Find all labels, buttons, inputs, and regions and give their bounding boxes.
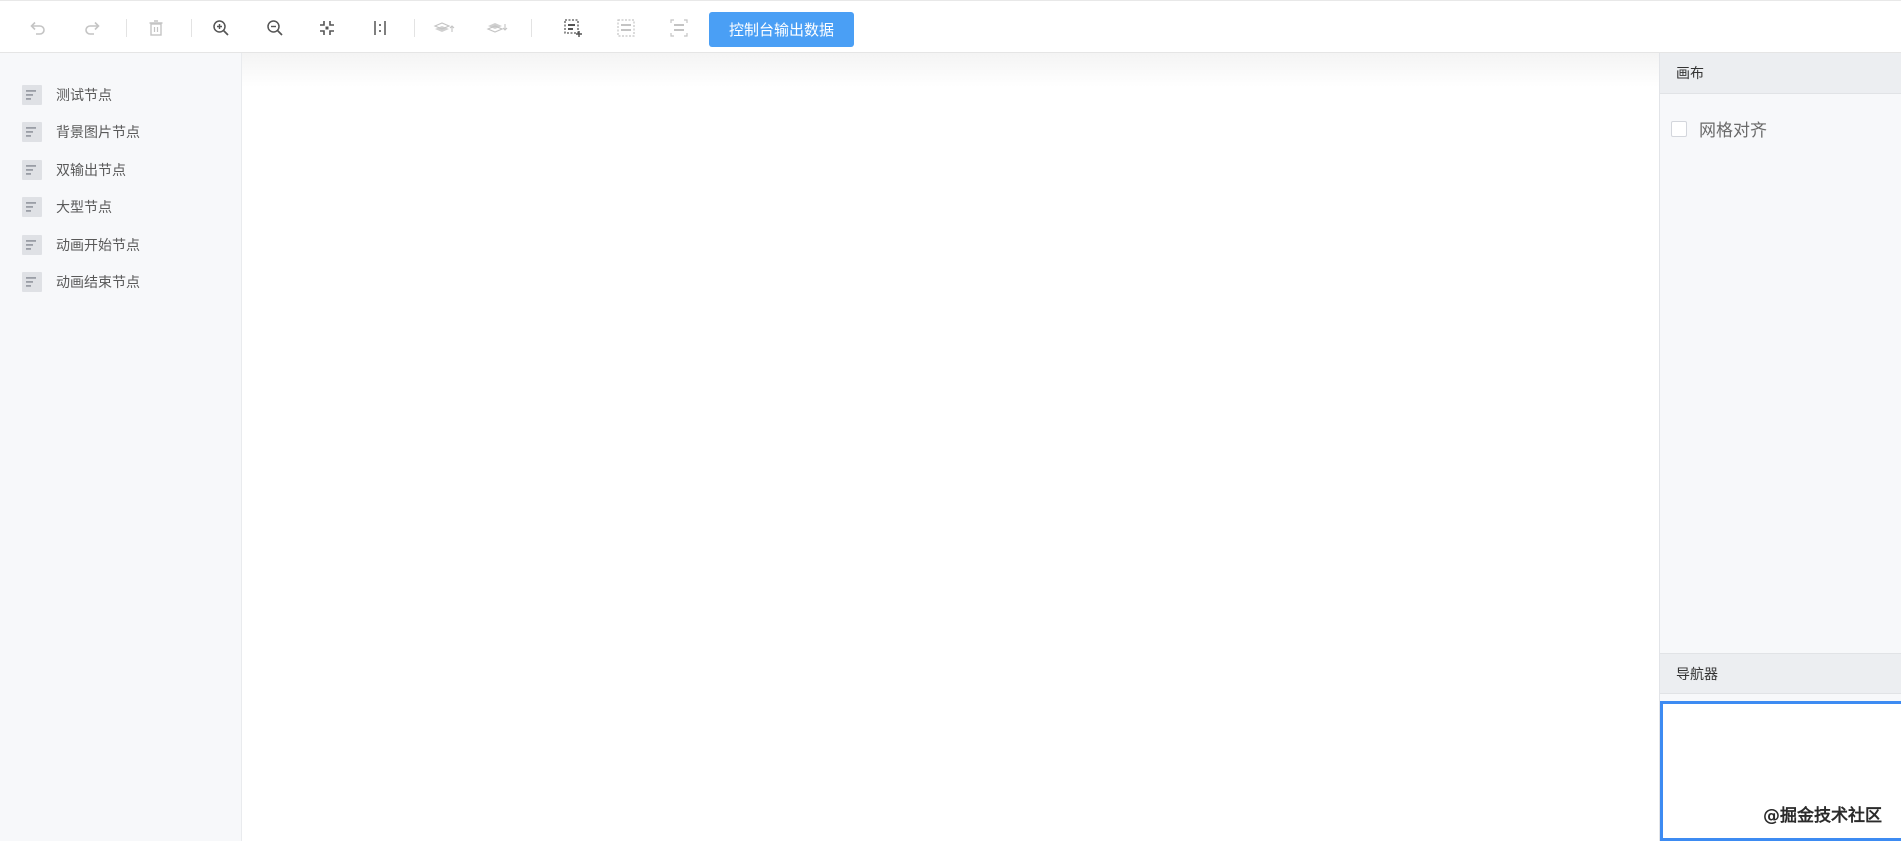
actual-size-icon[interactable] [367, 15, 393, 41]
palette-item-label: 动画结束节点 [56, 275, 140, 291]
canvas-panel-title: 画布 [1660, 53, 1901, 94]
palette-item[interactable]: 大型节点 [22, 197, 112, 217]
watermark: @掘金技术社区 [1763, 806, 1882, 826]
navigator-minimap[interactable]: @掘金技术社区 [1660, 701, 1901, 841]
node-icon [22, 235, 42, 255]
palette-item-label: 双输出节点 [56, 163, 126, 179]
redo-icon[interactable] [79, 15, 105, 41]
palette-item[interactable]: 测试节点 [22, 85, 112, 105]
zoom-out-icon[interactable] [262, 15, 288, 41]
console-export-button[interactable]: 控制台输出数据 [709, 12, 854, 47]
canvas-top-shadow [242, 53, 1659, 87]
palette-item[interactable]: 动画结束节点 [22, 272, 140, 292]
delete-icon[interactable] [143, 15, 169, 41]
multi-select-icon[interactable] [560, 15, 586, 41]
palette-item[interactable]: 双输出节点 [22, 160, 126, 180]
node-icon [22, 197, 42, 217]
zoom-in-icon[interactable] [208, 15, 234, 41]
palette-item[interactable]: 背景图片节点 [22, 122, 140, 142]
node-icon [22, 85, 42, 105]
palette-item[interactable]: 动画开始节点 [22, 235, 140, 255]
palette-item-label: 背景图片节点 [56, 125, 140, 141]
grid-align-checkbox[interactable] [1671, 120, 1687, 137]
toolbar: 控制台输出数据 [0, 0, 1901, 53]
bring-forward-icon[interactable] [431, 15, 457, 41]
send-backward-icon[interactable] [484, 15, 510, 41]
palette-item-label: 测试节点 [56, 88, 112, 104]
detail-panel: 画布 网格对齐 导航器 @掘金技术社区 [1659, 53, 1901, 841]
navigator-panel-title: 导航器 [1660, 653, 1901, 694]
ungroup-icon[interactable] [666, 15, 692, 41]
node-palette: 测试节点 背景图片节点 双输出节点 大型节点 动画开始节点 动画结束节点 [0, 53, 242, 841]
fit-view-icon[interactable] [314, 15, 340, 41]
grid-align-label: 网格对齐 [1699, 121, 1767, 141]
graph-canvas[interactable] [242, 53, 1659, 841]
node-icon [22, 160, 42, 180]
node-icon [22, 122, 42, 142]
palette-item-label: 大型节点 [56, 200, 112, 216]
grid-align-option[interactable]: 网格对齐 [1671, 116, 1767, 141]
group-icon[interactable] [613, 15, 639, 41]
undo-icon[interactable] [25, 15, 51, 41]
node-icon [22, 272, 42, 292]
palette-item-label: 动画开始节点 [56, 238, 140, 254]
